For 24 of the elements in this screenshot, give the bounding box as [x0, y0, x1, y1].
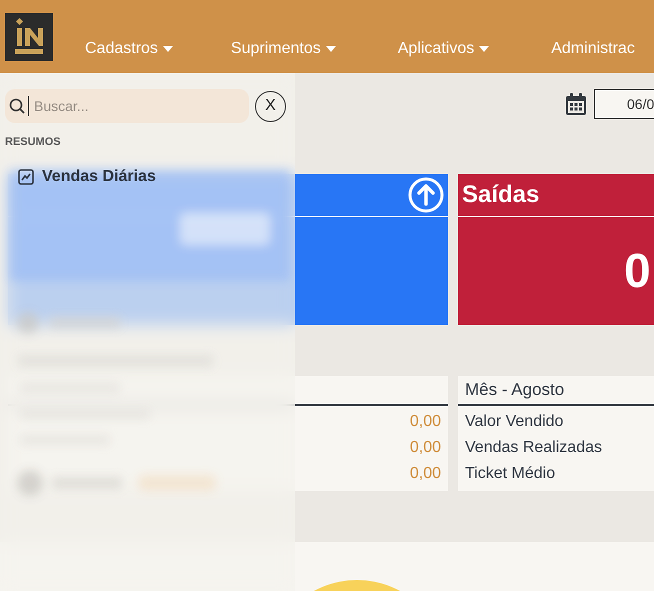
- section-heading: RESUMOS: [5, 136, 61, 148]
- date-field[interactable]: 06/0: [594, 89, 654, 119]
- close-button[interactable]: X: [255, 90, 286, 122]
- menu-item[interactable]: Cadastros: [85, 40, 173, 58]
- menu-item[interactable]: Aplicativos: [398, 40, 490, 58]
- card-title: Saídas: [462, 181, 540, 209]
- stat-label: Ticket Médio: [465, 465, 556, 484]
- stat-value: 0,00: [410, 413, 441, 432]
- stat-label: Vendas Realizadas: [465, 439, 602, 458]
- line-chart-icon: [18, 169, 34, 185]
- stat-label: Valor Vendido: [465, 413, 564, 432]
- search-field[interactable]: Buscar...: [5, 89, 249, 123]
- drawer-item[interactable]: Vendas Diárias: [18, 168, 156, 186]
- search-icon: [9, 98, 25, 114]
- arrow-up-icon: [408, 177, 444, 213]
- panel-title: Mês - Agosto: [465, 380, 564, 400]
- stat-value: 0,00: [410, 439, 441, 458]
- menu-item[interactable]: Administrac: [551, 40, 635, 58]
- stat-value: 0,00: [410, 465, 441, 484]
- menu-item[interactable]: Suprimentos: [230, 40, 336, 58]
- text-cursor: [28, 96, 29, 116]
- calendar-icon[interactable]: [564, 91, 588, 117]
- logo-icon[interactable]: [5, 12, 53, 60]
- card-value: 0: [624, 244, 651, 298]
